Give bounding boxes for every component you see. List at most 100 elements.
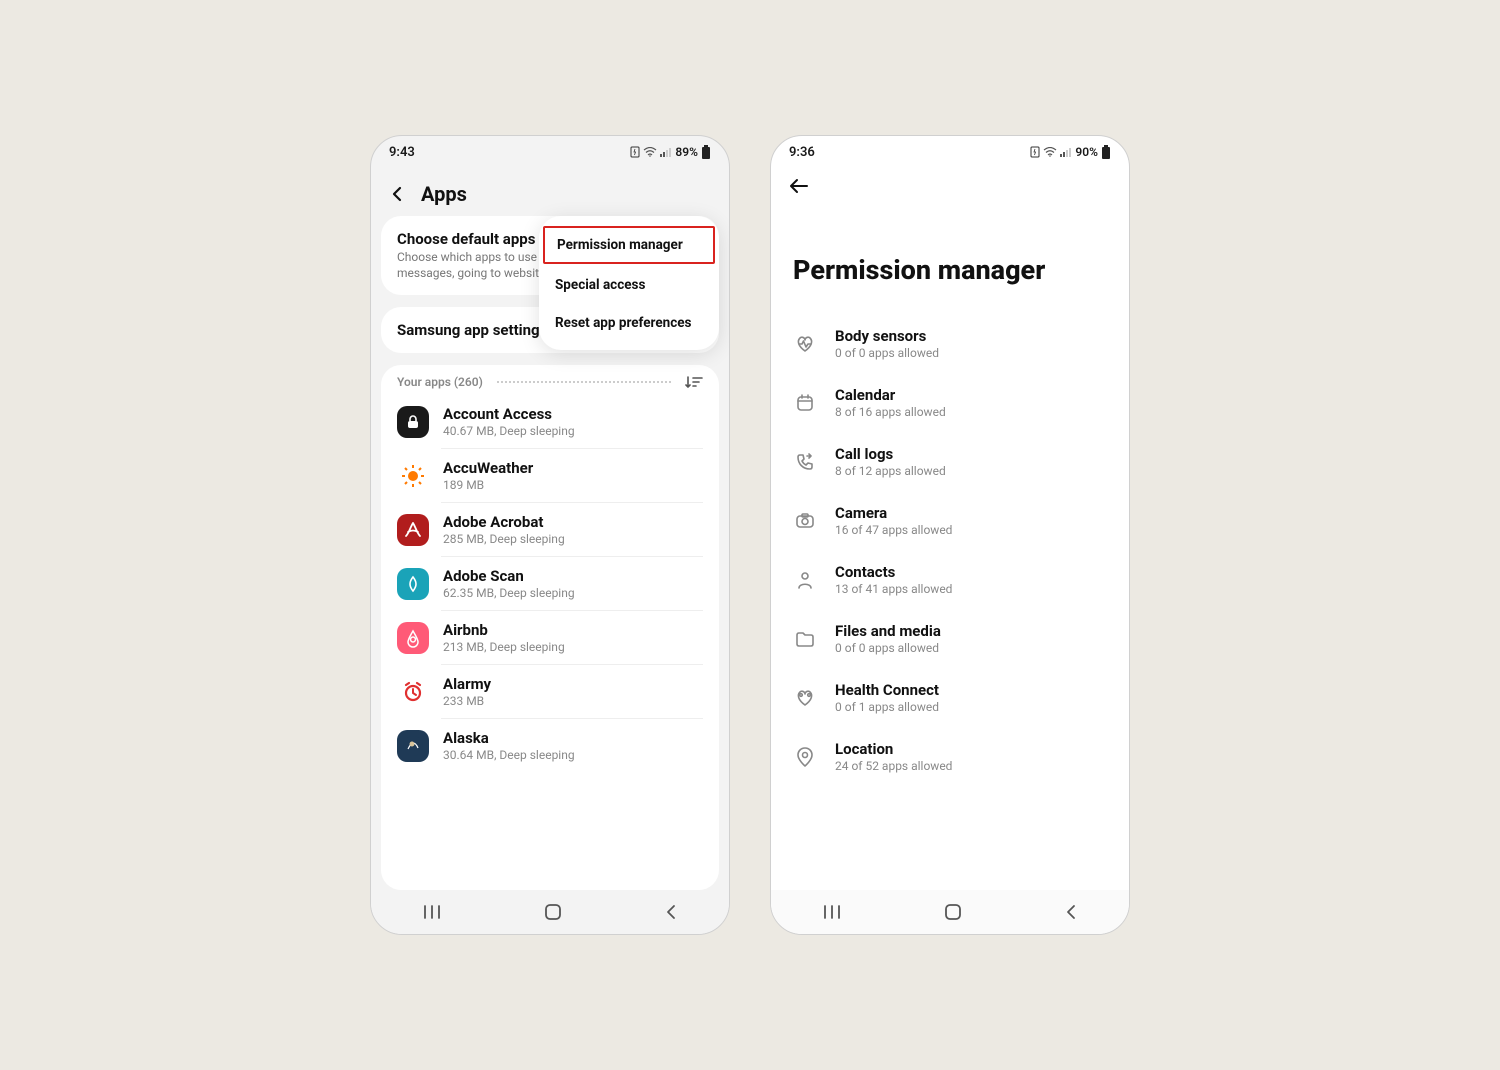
permission-row[interactable]: Calendar8 of 16 apps allowed [771,373,1129,432]
back-button[interactable] [389,185,407,203]
permission-row[interactable]: Health Connect0 of 1 apps allowed [771,668,1129,727]
status-time: 9:43 [389,145,415,160]
permission-text: Location24 of 52 apps allowed [835,740,952,773]
permission-name: Camera [835,504,952,522]
your-apps-header: Your apps (260) [381,375,719,395]
nav-bar [371,890,729,934]
permission-text: Health Connect0 of 1 apps allowed [835,681,939,714]
permission-name: Location [835,740,952,758]
calendar-icon [793,394,817,412]
phone-apps-screen: 9:43 89% Apps Choose default apps Choose… [370,135,730,935]
app-subtitle: 62.35 MB, Deep sleeping [443,586,575,600]
nav-bar [771,890,1129,934]
permission-text: Calendar8 of 16 apps allowed [835,386,946,419]
app-row[interactable]: AccuWeather189 MB [381,449,719,502]
health-icon [793,689,817,707]
app-row[interactable]: Alaska30.64 MB, Deep sleeping [381,719,719,772]
app-name: Airbnb [443,621,565,639]
app-icon [397,460,429,492]
menu-permission-manager[interactable]: Permission manager [543,226,715,264]
permission-subtitle: 0 of 0 apps allowed [835,346,939,360]
battery-icon [701,145,711,159]
permission-row[interactable]: Location24 of 52 apps allowed [771,727,1129,786]
menu-reset-app-preferences[interactable]: Reset app preferences [539,304,719,342]
permission-text: Camera16 of 47 apps allowed [835,504,952,537]
battery-saver-icon [630,146,640,158]
nav-recents-button[interactable] [422,904,442,920]
sort-button[interactable] [685,375,703,389]
permission-subtitle: 16 of 47 apps allowed [835,523,952,537]
permission-name: Contacts [835,563,952,581]
folder-icon [793,631,817,647]
app-text: Account Access40.67 MB, Deep sleeping [443,405,575,438]
app-name: Adobe Acrobat [443,513,565,531]
app-name: Alarmy [443,675,491,693]
app-icon [397,730,429,762]
app-icon [397,568,429,600]
page-title: Permission manager [771,208,1129,314]
battery-icon [1101,145,1111,159]
permission-row[interactable]: Call logs8 of 12 apps allowed [771,432,1129,491]
nav-home-button[interactable] [944,903,962,921]
app-text: Adobe Scan62.35 MB, Deep sleeping [443,567,575,600]
back-button[interactable] [789,178,809,198]
app-icon [397,514,429,546]
app-text: Alarmy233 MB [443,675,491,708]
page-title: Apps [421,182,467,206]
permission-subtitle: 13 of 41 apps allowed [835,582,952,596]
divider-dots [497,381,671,383]
phone-permission-manager-screen: 9:36 90% Permission manager Body sensors… [770,135,1130,935]
header: Apps [371,168,729,216]
permission-text: Files and media0 of 0 apps allowed [835,622,941,655]
status-icons: 90% [1030,145,1111,159]
app-subtitle: 40.67 MB, Deep sleeping [443,424,575,438]
app-row[interactable]: Alarmy233 MB [381,665,719,718]
nav-back-button[interactable] [1064,904,1078,920]
app-icon [397,406,429,438]
wifi-icon [1043,147,1057,157]
battery-percent: 89% [675,145,698,159]
permission-row[interactable]: Body sensors0 of 0 apps allowed [771,314,1129,373]
your-apps-label: Your apps (260) [397,375,483,389]
permission-list: Body sensors0 of 0 apps allowed Calendar8… [771,314,1129,890]
phone-icon [793,453,817,471]
app-text: AccuWeather189 MB [443,459,533,492]
status-bar: 9:36 90% [771,136,1129,168]
app-text: Airbnb213 MB, Deep sleeping [443,621,565,654]
permission-name: Calendar [835,386,946,404]
status-icons: 89% [630,145,711,159]
permission-subtitle: 24 of 52 apps allowed [835,759,952,773]
permission-text: Contacts13 of 41 apps allowed [835,563,952,596]
app-row[interactable]: Account Access40.67 MB, Deep sleeping [381,395,719,448]
app-row[interactable]: Airbnb213 MB, Deep sleeping [381,611,719,664]
app-subtitle: 213 MB, Deep sleeping [443,640,565,654]
app-text: Alaska30.64 MB, Deep sleeping [443,729,575,762]
permission-row[interactable]: Files and media0 of 0 apps allowed [771,609,1129,668]
app-name: Account Access [443,405,575,423]
app-subtitle: 30.64 MB, Deep sleeping [443,748,575,762]
app-row[interactable]: Adobe Acrobat285 MB, Deep sleeping [381,503,719,556]
menu-special-access[interactable]: Special access [539,266,719,304]
permission-name: Files and media [835,622,941,640]
contact-icon [793,571,817,589]
app-name: Alaska [443,729,575,747]
permission-subtitle: 8 of 16 apps allowed [835,405,946,419]
camera-icon [793,513,817,529]
permission-row[interactable]: Contacts13 of 41 apps allowed [771,550,1129,609]
status-time: 9:36 [789,145,815,160]
app-icon [397,622,429,654]
permission-text: Call logs8 of 12 apps allowed [835,445,946,478]
signal-icon [1060,147,1072,157]
overflow-menu: Permission manager Special access Reset … [539,216,719,350]
location-icon [793,747,817,767]
signal-icon [660,147,672,157]
nav-home-button[interactable] [544,903,562,921]
app-row[interactable]: Adobe Scan62.35 MB, Deep sleeping [381,557,719,610]
battery-saver-icon [1030,146,1040,158]
permission-name: Call logs [835,445,946,463]
permission-row[interactable]: Camera16 of 47 apps allowed [771,491,1129,550]
wifi-icon [643,147,657,157]
nav-recents-button[interactable] [822,904,842,920]
permission-name: Body sensors [835,327,939,345]
nav-back-button[interactable] [664,904,678,920]
